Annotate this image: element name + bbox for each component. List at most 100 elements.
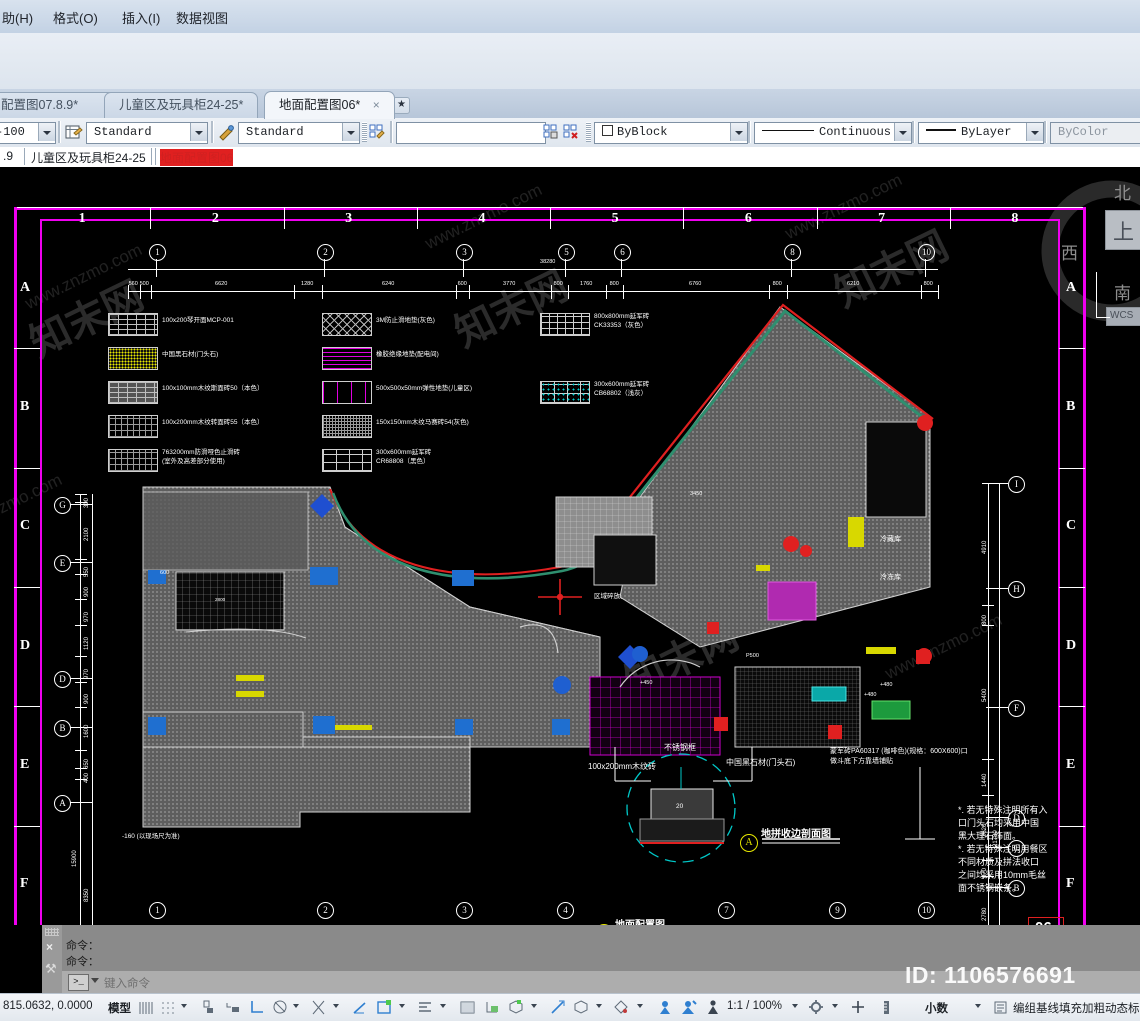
chevron-down-icon[interactable] bbox=[894, 123, 911, 141]
floor-level-note: -160 (以现场尺为准) bbox=[122, 833, 180, 840]
chevron-down-icon[interactable] bbox=[596, 1004, 602, 1008]
chevron-down-icon[interactable] bbox=[91, 978, 99, 983]
plan-dim-p500: P500 bbox=[746, 653, 759, 659]
lineweight-value: ByLayer bbox=[961, 125, 1012, 139]
units-value[interactable]: 小数 bbox=[925, 1000, 948, 1016]
chevron-down-icon[interactable] bbox=[975, 1004, 981, 1008]
text-style-icon[interactable] bbox=[64, 123, 83, 142]
layer-delete-icon[interactable] bbox=[562, 123, 581, 142]
3dosnap-icon[interactable] bbox=[484, 999, 501, 1016]
clean-screen-icon[interactable] bbox=[680, 999, 697, 1016]
chevron-down-icon[interactable] bbox=[38, 123, 55, 141]
annotation-visibility-icon[interactable] bbox=[508, 999, 525, 1016]
list-icon[interactable] bbox=[992, 999, 1009, 1016]
chevron-down-icon[interactable] bbox=[333, 1004, 339, 1008]
menu-item-format[interactable]: 格式(O) bbox=[53, 8, 98, 27]
chevron-down-icon[interactable] bbox=[832, 1004, 838, 1008]
units-ruler-icon[interactable] bbox=[878, 999, 895, 1016]
dim-style-combo[interactable]: Standard bbox=[238, 122, 360, 144]
sheet-number-box: 06 bbox=[1028, 917, 1064, 925]
text-style-combo[interactable]: Standard bbox=[86, 122, 208, 144]
drag-dots-icon[interactable] bbox=[45, 928, 59, 936]
dim-style-value: Standard bbox=[246, 125, 304, 139]
command-history-line-2: 命令： bbox=[66, 956, 99, 968]
snap-icon[interactable] bbox=[160, 999, 177, 1016]
polar-icon[interactable] bbox=[224, 999, 241, 1016]
dim-style-icon[interactable] bbox=[217, 123, 236, 142]
layer-save-icon[interactable] bbox=[542, 123, 561, 142]
chevron-down-icon[interactable] bbox=[637, 1004, 643, 1008]
detail-label-steel-frame: 不锈钢框 bbox=[664, 743, 696, 752]
drawing-canvas[interactable]: www.znzmo.com www.znzmo.com www.znzmo.co… bbox=[0, 167, 1140, 925]
transparency-icon[interactable] bbox=[417, 999, 434, 1016]
chevron-down-icon[interactable] bbox=[792, 1004, 798, 1008]
note-line-6: 面不锈钢嵌条。 bbox=[958, 883, 1022, 893]
menu-item-help[interactable]: 助(H) bbox=[2, 8, 33, 27]
annotation-scale-value[interactable]: 1:1 / 100% bbox=[727, 1000, 782, 1012]
note-line-5: 之间均采用10mm毛丝 bbox=[958, 870, 1047, 880]
annotation-scale-icon[interactable] bbox=[549, 999, 566, 1016]
dyn-icon[interactable] bbox=[351, 999, 368, 1016]
workspace-icon[interactable] bbox=[573, 999, 590, 1016]
annotation-scale-combo[interactable]: -100 bbox=[0, 122, 56, 144]
tab-peizhitu07[interactable]: 配置图07.8.9* bbox=[0, 92, 116, 119]
plus-icon[interactable] bbox=[850, 999, 867, 1016]
lineweight-icon[interactable] bbox=[376, 999, 393, 1016]
chevron-down-icon[interactable] bbox=[531, 1004, 537, 1008]
osnap-icon[interactable] bbox=[249, 999, 266, 1016]
lineweight-combo[interactable]: ByLayer bbox=[918, 122, 1044, 144]
annotation-scale-value: -100 bbox=[0, 125, 25, 139]
close-icon[interactable]: × bbox=[373, 98, 380, 112]
plan-dim-600: 600 bbox=[160, 570, 170, 576]
text-style-value: Standard bbox=[94, 125, 152, 139]
detail-label-china-black: 中国黑石材(门头石) bbox=[726, 758, 796, 767]
close-icon[interactable]: × bbox=[46, 940, 53, 954]
continuous-line-icon bbox=[762, 130, 814, 131]
model-space-tab[interactable]: 模型 bbox=[108, 1000, 131, 1016]
chevron-down-icon[interactable] bbox=[730, 123, 747, 141]
plan-room-label: 3450 bbox=[690, 491, 703, 497]
plan-label-fridge2: 冷冻库 bbox=[880, 574, 901, 581]
object-color-combo[interactable]: ByBlock bbox=[594, 122, 748, 144]
otrack-icon[interactable] bbox=[272, 999, 289, 1016]
command-history-line-1: 命令： bbox=[66, 940, 99, 952]
chevron-down-icon[interactable] bbox=[342, 123, 359, 141]
ducs-icon[interactable] bbox=[310, 999, 327, 1016]
new-tab-button[interactable]: ★ bbox=[393, 97, 410, 114]
tab-ertongqu[interactable]: 儿童区及玩具柜24-25* bbox=[104, 92, 259, 119]
chevron-down-icon[interactable] bbox=[190, 123, 207, 141]
menu-item-insert[interactable]: 插入(I) bbox=[122, 8, 160, 27]
chevron-down-icon[interactable] bbox=[399, 1004, 405, 1008]
plan-dim-450: +450 bbox=[640, 680, 653, 686]
tab-dimianpeizhitu06[interactable]: 地面配置图06* × bbox=[264, 91, 395, 119]
wrench-icon[interactable]: ⚒ bbox=[45, 961, 57, 977]
grid-icon[interactable] bbox=[138, 999, 155, 1016]
filebar-item-0[interactable]: .9 bbox=[3, 149, 13, 163]
chevron-down-icon[interactable] bbox=[293, 1004, 299, 1008]
chevron-down-icon[interactable] bbox=[181, 1004, 187, 1008]
ribbon-blank-area bbox=[0, 33, 1140, 90]
detail-title: 地拼收边剖面图 bbox=[761, 829, 831, 840]
menu-item-dataview[interactable]: 数据视图 bbox=[176, 8, 228, 27]
layer-properties-icon[interactable] bbox=[368, 123, 387, 142]
ortho-icon[interactable] bbox=[200, 999, 217, 1016]
person-icon[interactable] bbox=[705, 999, 722, 1016]
tab-label: 儿童区及玩具柜24-25* bbox=[119, 98, 244, 112]
gear-icon[interactable] bbox=[808, 999, 825, 1016]
hardware-accel-icon[interactable] bbox=[613, 999, 630, 1016]
command-window-gripper[interactable]: × ⚒ bbox=[42, 925, 62, 993]
autocad-window: 助(H) 格式(O) 插入(I) 数据视图 配置图07.8.9* 儿童区及玩具柜… bbox=[0, 0, 1140, 1021]
cursor-coordinates[interactable]: 815.0632, 0.0000 bbox=[3, 1000, 93, 1012]
layer-search-input[interactable] bbox=[396, 122, 546, 144]
lineweight-value-wrap: ByLayer bbox=[926, 125, 1011, 139]
linetype-combo[interactable]: Continuous bbox=[754, 122, 912, 144]
command-input[interactable]: 键入命令 bbox=[104, 975, 150, 991]
command-prompt-icon[interactable]: >_ bbox=[68, 974, 89, 991]
selection-cycling-icon[interactable] bbox=[459, 999, 476, 1016]
filebar-item-ertongqu[interactable]: 儿童区及玩具柜24-25 bbox=[31, 149, 146, 166]
isolate-objects-icon[interactable] bbox=[657, 999, 674, 1016]
status-bar: 815.0632, 0.0000 模型 1:1 / 100% 小数 编组基线填充… bbox=[0, 993, 1140, 1021]
chevron-down-icon[interactable] bbox=[440, 1004, 446, 1008]
linetype-value-wrap: Continuous bbox=[762, 125, 891, 139]
chevron-down-icon[interactable] bbox=[1026, 123, 1043, 141]
